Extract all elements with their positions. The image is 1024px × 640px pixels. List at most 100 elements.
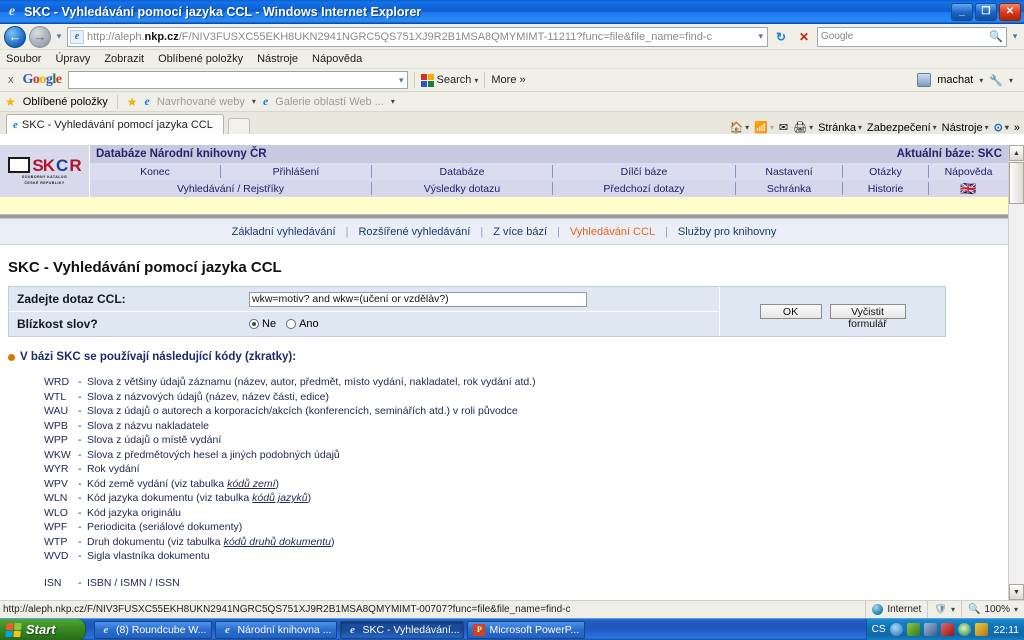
clock[interactable]: 22:11 [992,624,1020,636]
menu-item-zobrazit[interactable]: Zobrazit [104,53,144,65]
maximize-button[interactable]: ❐ [975,2,997,21]
favorites-star-icon[interactable]: ★ [5,95,16,109]
scroll-down-button[interactable]: ▼ [1009,584,1024,600]
nav-nastaveni[interactable]: Nastavení [736,166,842,178]
browser-search-go-icon[interactable]: 🔍 [989,30,1003,43]
search-provider-dropdown-icon[interactable]: ▾ [1010,31,1020,42]
zoom-chevron-down-icon[interactable]: ▾ [1014,605,1018,614]
page-menu-button[interactable]: Stránka ▾ [818,122,862,134]
taskbar-item[interactable]: e Národní knihovna ... [215,620,338,639]
code-table-link[interactable]: kódů druhů dokumentu [224,536,331,548]
menu-item-napoveda[interactable]: Nápověda [312,53,362,65]
subnav-sluzby-pro-knihovny[interactable]: Služby pro knihovny [678,226,776,238]
safety-menu-button[interactable]: Zabezpečení ▾ [867,122,937,134]
nav-dilci-baze[interactable]: Dílčí báze [553,166,735,178]
proximity-radio-ano[interactable]: Ano [286,318,319,330]
nav-vysledky-dotazu[interactable]: Výsledky dotazu [372,183,552,195]
start-button[interactable]: Start [0,618,86,640]
tray-media-icon[interactable] [957,623,971,636]
code-table-link[interactable]: kódů zemí [227,478,275,490]
back-button[interactable]: ← [4,25,26,48]
ok-button[interactable]: OK [759,304,822,319]
taskbar-item[interactable]: e SKC - Vyhledávání... [340,620,465,639]
security-zone[interactable]: Internet [865,600,927,619]
refresh-button[interactable]: ↻ [771,27,791,47]
taskbar-item[interactable]: P Microsoft PowerP... [467,620,586,639]
nav-historie[interactable]: Historie [843,183,928,195]
close-button[interactable]: ✕ [999,2,1021,21]
web-slice-gallery-label[interactable]: Galerie oblastí Web ... [275,96,384,108]
browser-tab[interactable]: e SKC - Vyhledávání pomocí jazyka CCL [6,114,224,134]
menu-item-soubor[interactable]: Soubor [6,53,41,65]
nav-konec[interactable]: Konec [90,166,220,178]
suggested-sites-star-icon[interactable]: ★ [127,95,138,109]
forward-button[interactable]: → [29,25,51,48]
favorites-label[interactable]: Oblíbené položky [23,96,108,108]
language-flag-icon[interactable]: 🇬🇧 [929,181,1008,197]
taskbar-item[interactable]: e (8) Roundcube W... [94,620,213,639]
scroll-thumb[interactable] [1009,162,1024,204]
nav-vyhledavani-rejstriky[interactable]: Vyhledávání / Rejstříky [90,183,371,195]
printer-icon[interactable]: 🖨 ▾ [793,121,813,134]
address-dropdown-icon[interactable]: ▾ [758,31,765,42]
nav-otazky[interactable]: Otázky [843,166,928,178]
recent-pages-dropdown-icon[interactable]: ▾ [54,31,64,42]
suggested-sites-chevron-icon[interactable]: ▾ [252,97,256,106]
site-logo[interactable]: SK C R SOUBORNÝ KATALOG ČESKÉ REPUBLIKY [0,145,90,197]
scroll-up-button[interactable]: ▲ [1009,145,1024,161]
nav-napoveda[interactable]: Nápověda [929,166,1008,178]
tray-bluetooth-icon[interactable] [940,623,954,636]
nav-schranka[interactable]: Schránka [736,183,842,195]
address-input[interactable]: e http://aleph.nkp.cz/F/NIV3FUSXC55EKH8U… [67,26,768,47]
tray-back-icon[interactable] [889,623,903,636]
nav-prihlaseni[interactable]: Přihlášení [221,166,371,178]
subnav-z-vice-bazi[interactable]: Z více bází [493,226,547,238]
menu-item-oblibene-polozky[interactable]: Oblíbené položky [158,53,243,65]
menu-item-upravy[interactable]: Úpravy [55,53,90,65]
account-chevron-down-icon[interactable]: ▾ [979,76,983,85]
subnav-vyhledavani-ccl[interactable]: Vyhledávání CCL [570,226,655,238]
minimize-button[interactable]: _ [951,2,973,21]
google-toolbar-close-icon[interactable]: x [5,74,17,86]
browser-search-input[interactable]: Google 🔍 [817,26,1007,47]
google-account-name[interactable]: machat [937,74,973,86]
tray-antivirus-icon[interactable] [906,623,920,636]
language-indicator[interactable]: CS [872,624,886,635]
google-search-dropdown-icon[interactable]: ▾ [399,75,407,86]
stop-button[interactable]: ✕ [794,27,814,47]
home-icon[interactable]: 🏠 ▾ [729,121,749,134]
nav-predchozi-dotazy[interactable]: Předchozí dotazy [553,183,735,195]
google-search-button[interactable]: Search ▾ [420,73,478,87]
ccl-query-input[interactable] [249,291,587,307]
help-button[interactable]: ⊙ ▾ [994,121,1009,134]
zoom-control[interactable]: 🔍 100% ▾ [960,600,1024,619]
tray-display-icon[interactable] [974,623,988,636]
settings-chevron-down-icon[interactable]: ▾ [1009,76,1013,85]
subnav-zakladni-vyhledavani[interactable]: Základní vyhledávání [232,226,336,238]
command-bar-overflow-icon[interactable]: » [1014,122,1020,134]
protected-mode-cell[interactable]: 🛡 ▾ [927,600,961,619]
tools-menu-button[interactable]: Nástroje ▾ [942,122,989,134]
nav-databaze[interactable]: Databáze [372,166,552,178]
clear-form-button[interactable]: Vyčistit formulář [829,304,906,330]
subnav-rozsirene-vyhledavani[interactable]: Rozšířené vyhledávání [358,226,470,238]
mail-icon[interactable]: ✉ [779,121,788,134]
page-scrollbar[interactable]: ▲ ▼ [1008,145,1024,600]
rss-icon[interactable]: 📶 ▾ [754,121,774,134]
tray-network-icon[interactable] [923,623,937,636]
menu-item-nastroje[interactable]: Nástroje [257,53,298,65]
code-table-link[interactable]: kódů jazyků [252,492,307,504]
chevron-down-icon[interactable]: ▾ [474,76,478,85]
web-slice-chevron-icon[interactable]: ▾ [391,97,395,106]
taskbar-item-label: (8) Roundcube W... [116,623,207,636]
zoom-level: 100% [984,604,1010,615]
google-more-button[interactable]: More » [491,74,525,86]
wrench-icon[interactable]: 🔧 [989,74,1003,87]
chevron-down-icon[interactable]: ▾ [951,605,955,614]
code-dash: - [78,376,82,388]
suggested-sites-label[interactable]: Navrhované weby [157,96,245,108]
proximity-radio-ne[interactable]: Ne [249,318,276,330]
subnav-divider: | [665,225,668,238]
google-search-input[interactable]: ▾ [67,71,408,89]
new-tab-button[interactable] [227,118,250,134]
